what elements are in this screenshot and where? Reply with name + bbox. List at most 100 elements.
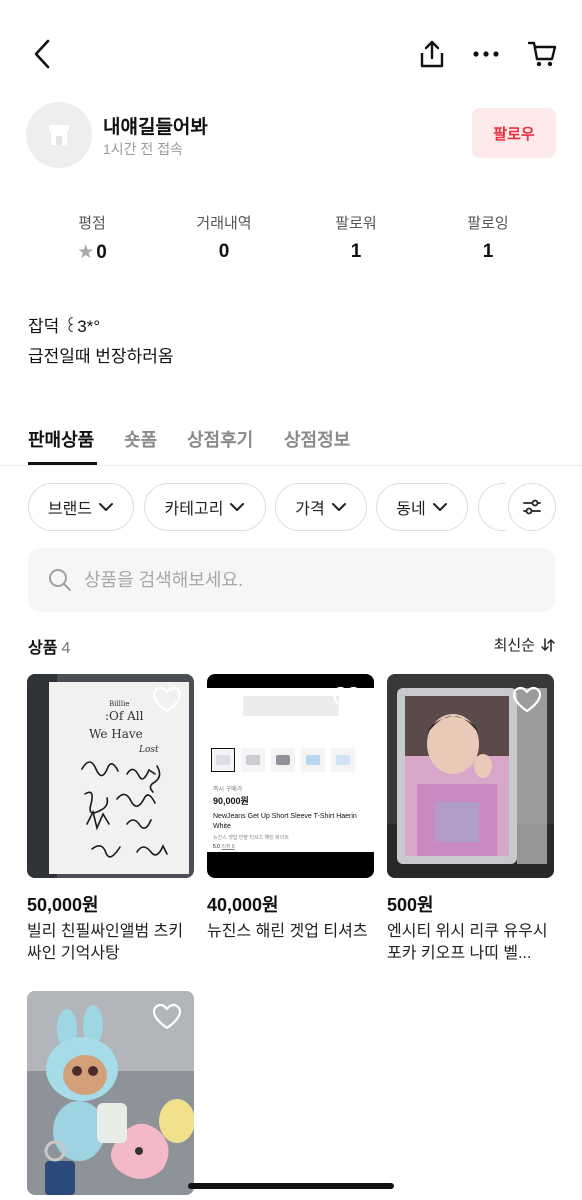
image-placeholder [243, 696, 339, 716]
tshirt-thumb [271, 748, 295, 772]
more-button[interactable] [466, 34, 506, 74]
stat-label: 팔로워 [335, 215, 377, 232]
product-card[interactable]: Billlie :Of All We Have Lost 50,000원 빌리 … [27, 674, 194, 965]
chip-label: 브랜드 [47, 501, 93, 518]
search-icon [49, 569, 71, 591]
store-profile: 내얘길들어봐 1시간 전 접속 팔로우 [26, 102, 556, 168]
filter-price[interactable]: 가격 [275, 483, 367, 531]
tab-reviews[interactable]: 상점후기 [187, 426, 253, 452]
star-icon: ★ [77, 242, 95, 263]
share-button[interactable] [412, 34, 452, 74]
sort-button[interactable]: 최신순 [494, 634, 555, 655]
product-card[interactable] [27, 991, 194, 1195]
store-stats: 평점 ★ 0 거래내역 0 팔로워 1 팔로잉 1 [0, 212, 582, 272]
back-button[interactable] [22, 34, 62, 74]
review-count: 리뷰 8 [221, 844, 235, 850]
product-thumbnail[interactable] [27, 991, 194, 1195]
filter-brand[interactable]: 브랜드 [28, 483, 134, 531]
bio-line: 급전일때 번장하러옴 [28, 347, 174, 366]
instant-price-label: 즉시 구매가 [213, 787, 243, 793]
last-seen-text: 1시간 전 접속 [103, 141, 183, 157]
cart-button[interactable] [522, 34, 562, 74]
product-card[interactable]: 500원 엔시티 위시 리쿠 유우시 포카 키오프 나띠 벨... [387, 674, 554, 965]
listing-title: NewJeans Get Up Short Sleeve T-Shirt Hae… [213, 813, 357, 830]
product-count: 4 [61, 640, 71, 657]
filter-chip-partial[interactable] [478, 483, 506, 531]
chip-label: 동네 [396, 501, 426, 518]
store-icon [49, 125, 69, 145]
list-title: 상품 [28, 640, 58, 657]
chevron-left-icon [34, 39, 50, 69]
stat-value: 0 [218, 241, 230, 262]
store-tabs: 판매상품 숏폼 상점후기 상점정보 [0, 418, 582, 466]
album-brand-text: Billlie [109, 700, 129, 708]
chip-label: 가격 [295, 501, 325, 518]
product-name: 빌리 친필싸인앨범 츠키싸인 기억사탕 [27, 923, 184, 962]
share-icon [420, 40, 444, 68]
product-search-box [28, 548, 555, 612]
chevron-down-icon [230, 503, 245, 511]
tab-products[interactable]: 판매상품 [28, 426, 94, 452]
active-tab-indicator [28, 462, 97, 465]
product-price: 40,000원 [207, 895, 279, 915]
tshirt-thumb [241, 748, 265, 772]
filter-settings-button[interactable] [508, 483, 556, 531]
tshirt-thumb [211, 748, 235, 772]
tshirt-thumb [301, 748, 325, 772]
stat-transactions[interactable]: 거래내역 0 [164, 212, 284, 263]
album-title-line: :Of All [105, 709, 144, 723]
product-name: 뉴진스 해린 겟업 티셔츠 [207, 923, 368, 940]
chevron-down-icon [432, 503, 447, 511]
tshirt-thumb [331, 748, 355, 772]
product-list-header: 상품 4 최신순 [28, 634, 555, 658]
cart-icon [527, 41, 557, 67]
avatar[interactable] [26, 102, 92, 168]
sort-label: 최신순 [493, 637, 535, 654]
album-title-line: Lost [138, 745, 159, 755]
product-price: 50,000원 [27, 895, 99, 915]
listing-subtitle: 뉴진스 겟업 반팔 티셔츠 해린 화이트 [213, 835, 289, 841]
product-card[interactable]: 즉시 구매가 90,000원 NewJeans Get Up Short Sle… [207, 674, 374, 943]
search-input[interactable] [84, 548, 534, 612]
heart-icon[interactable] [332, 686, 362, 714]
rating-value: 5.0 [213, 844, 220, 850]
sliders-icon [523, 499, 541, 515]
product-thumbnail[interactable] [387, 674, 554, 878]
chip-label: 카테고리 [164, 501, 224, 518]
stat-following[interactable]: 팔로잉 1 [428, 212, 548, 263]
tab-shortform[interactable]: 숏폼 [124, 426, 157, 452]
top-bar [0, 0, 582, 108]
listing-rating: 5.0 리뷰 8 [213, 843, 235, 850]
heart-icon[interactable] [512, 686, 542, 714]
chevron-down-icon [331, 503, 346, 511]
product-thumbnail[interactable]: 즉시 구매가 90,000원 NewJeans Get Up Short Sle… [207, 674, 374, 878]
more-horizontal-icon [473, 51, 499, 57]
filter-category[interactable]: 카테고리 [144, 483, 266, 531]
sort-arrows-icon [541, 637, 555, 652]
follow-button[interactable]: 팔로우 [472, 108, 556, 158]
rating-value: 0 [96, 242, 107, 263]
stat-label: 평점 [78, 215, 106, 232]
bio-line: 잡덕 ꒰3*° [28, 317, 101, 336]
stat-label: 팔로잉 [467, 215, 509, 232]
stat-label: 거래내역 [196, 215, 252, 232]
home-indicator [188, 1183, 394, 1189]
stat-value: ★ 0 [32, 241, 152, 264]
stat-value: 1 [350, 241, 362, 262]
heart-icon[interactable] [152, 1003, 182, 1031]
tab-store-info[interactable]: 상점정보 [284, 426, 350, 452]
product-thumbnail[interactable]: Billlie :Of All We Have Lost [27, 674, 194, 878]
instant-price-value: 90,000원 [213, 796, 249, 806]
filter-neighborhood[interactable]: 동네 [376, 483, 468, 531]
stat-rating[interactable]: 평점 ★ 0 [32, 212, 152, 264]
chevron-down-icon [99, 503, 114, 511]
stat-value: 1 [482, 241, 494, 262]
store-name: 내얘길들어봐 [103, 117, 208, 138]
stat-followers[interactable]: 팔로워 1 [296, 212, 416, 263]
filter-chips: 브랜드 카테고리 가격 동네 [0, 483, 582, 533]
album-title-line: We Have [89, 727, 143, 741]
thumbnail-strip [211, 748, 371, 776]
product-price: 500원 [387, 895, 434, 915]
store-bio: 잡덕 ꒰3*° 급전일때 번장하러옴 [28, 312, 173, 372]
heart-icon[interactable] [152, 686, 182, 714]
